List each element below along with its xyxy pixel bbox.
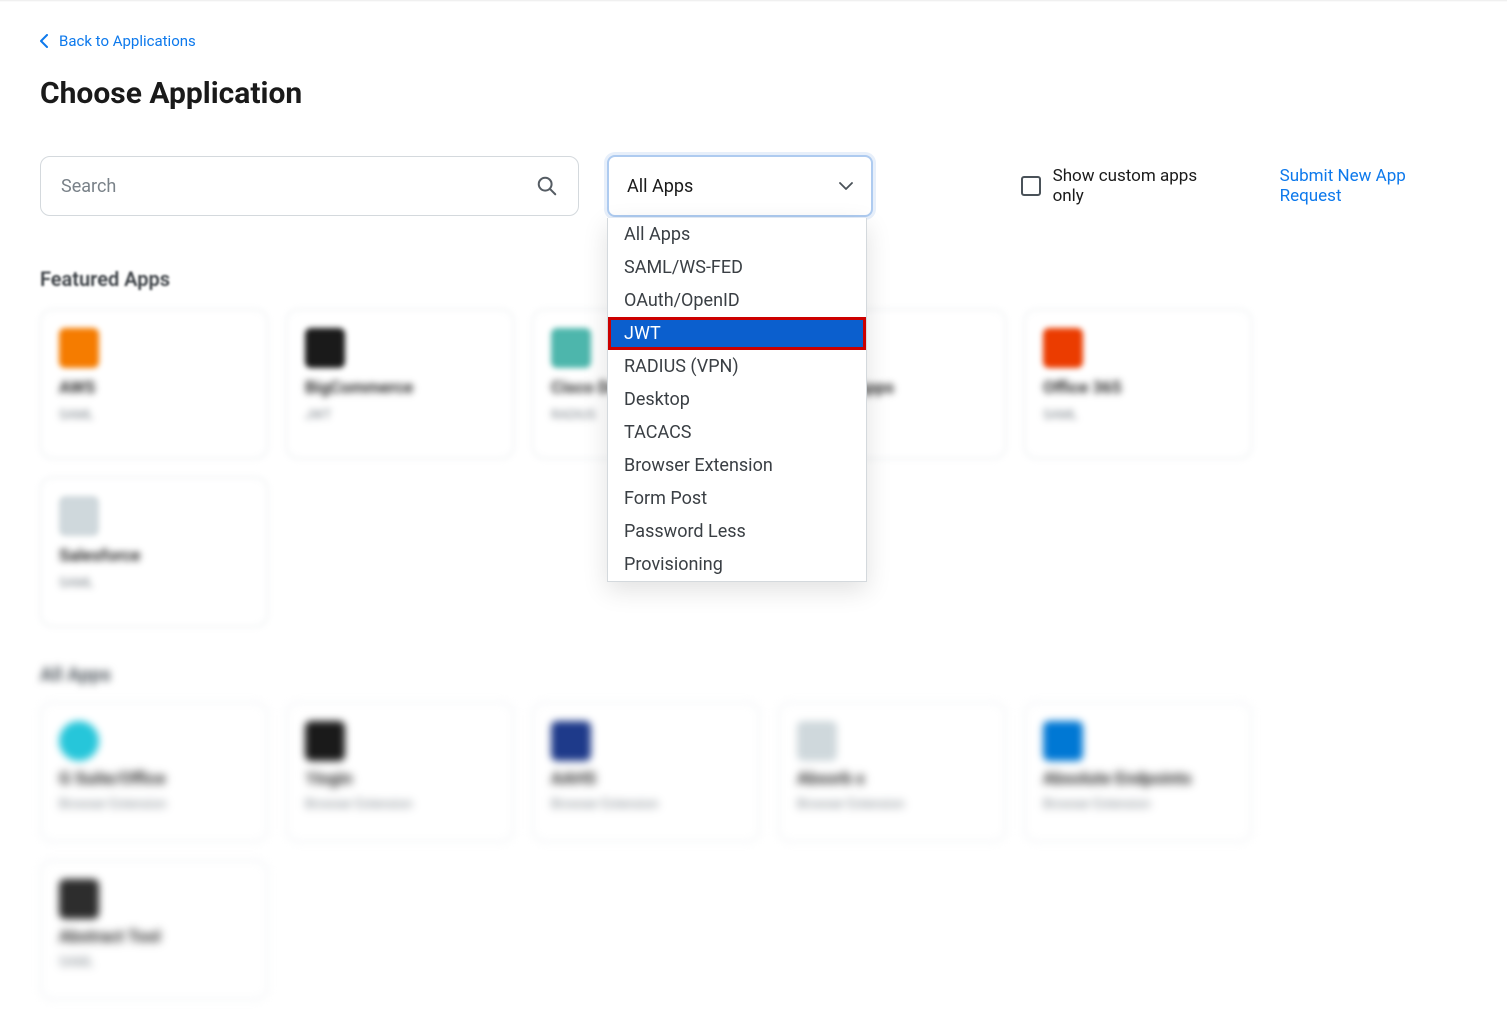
- dropdown-selected-label: All Apps: [627, 176, 693, 197]
- app-name: Absolute Endpoints: [1043, 769, 1233, 789]
- app-name: Office 365: [1043, 378, 1233, 398]
- app-icon: [59, 496, 99, 536]
- app-name: BigCommerce: [305, 378, 495, 398]
- app-card[interactable]: Office 365 SAML: [1024, 309, 1252, 459]
- chevron-left-icon: [40, 34, 49, 48]
- dropdown-item-provisioning[interactable]: Provisioning: [608, 548, 866, 581]
- all-apps-heading: All Apps: [40, 663, 1467, 686]
- dropdown-item-browser-ext[interactable]: Browser Extension: [608, 449, 866, 482]
- back-to-applications-link[interactable]: Back to Applications: [40, 32, 196, 50]
- dropdown-item-password-less[interactable]: Password Less: [608, 515, 866, 548]
- app-type: Browser Extension: [551, 797, 741, 812]
- app-name: 1login: [305, 769, 495, 789]
- app-type: Browser Extension: [59, 797, 249, 812]
- page-title: Choose Application: [40, 76, 1467, 111]
- app-icon: [59, 879, 99, 919]
- app-icon: [551, 328, 591, 368]
- app-card[interactable]: BigCommerce JWT: [286, 309, 514, 459]
- search-icon: [536, 175, 558, 197]
- custom-apps-checkbox-label: Show custom apps only: [1053, 166, 1228, 206]
- app-type: SAML: [1043, 408, 1233, 423]
- app-icon: [1043, 721, 1083, 761]
- app-icon: [797, 721, 837, 761]
- app-icon: [305, 328, 345, 368]
- app-name: AAHS: [551, 769, 741, 789]
- app-icon: [305, 721, 345, 761]
- chevron-down-icon: [839, 182, 853, 190]
- dropdown-item-radius[interactable]: RADIUS (VPN): [608, 350, 866, 383]
- app-card[interactable]: 1login Browser Extension: [286, 702, 514, 842]
- dropdown-item-oauth[interactable]: OAuth/OpenID: [608, 284, 866, 317]
- dropdown-item-jwt[interactable]: JWT: [608, 317, 866, 350]
- app-type: SAML: [59, 955, 249, 970]
- app-icon: [59, 328, 99, 368]
- app-name: Salesforce: [59, 546, 249, 566]
- all-apps-grid: G Suite/Office Browser Extension 1login …: [40, 702, 1467, 1000]
- app-card[interactable]: Salesforce SAML: [40, 477, 268, 627]
- app-name: AWS: [59, 378, 249, 398]
- app-card[interactable]: G Suite/Office Browser Extension: [40, 702, 268, 842]
- app-type-dropdown[interactable]: All Apps: [607, 155, 873, 217]
- app-icon: [59, 721, 99, 761]
- dropdown-item-all-apps[interactable]: All Apps: [608, 218, 866, 251]
- app-card[interactable]: Absorb x Browser Extension: [778, 702, 1006, 842]
- app-type: SAML: [59, 408, 249, 423]
- app-card[interactable]: AWS SAML: [40, 309, 268, 459]
- back-link-label: Back to Applications: [59, 32, 196, 50]
- app-type: JWT: [305, 408, 495, 423]
- dropdown-item-form-post[interactable]: Form Post: [608, 482, 866, 515]
- submit-new-app-link[interactable]: Submit New App Request: [1280, 166, 1467, 206]
- app-type: Browser Extension: [1043, 797, 1233, 812]
- app-type: Browser Extension: [305, 797, 495, 812]
- dropdown-item-tacacs[interactable]: TACACS: [608, 416, 866, 449]
- app-card[interactable]: Absolute Endpoints Browser Extension: [1024, 702, 1252, 842]
- dropdown-item-desktop[interactable]: Desktop: [608, 383, 866, 416]
- app-name: G Suite/Office: [59, 769, 249, 789]
- search-box[interactable]: [40, 156, 579, 216]
- app-icon: [551, 721, 591, 761]
- app-name: Abstract Tool: [59, 927, 249, 947]
- custom-apps-checkbox[interactable]: [1021, 176, 1041, 196]
- dropdown-menu: All Apps SAML/WS-FED OAuth/OpenID JWT RA…: [607, 218, 867, 582]
- app-name: Absorb x: [797, 769, 987, 789]
- dropdown-item-saml[interactable]: SAML/WS-FED: [608, 251, 866, 284]
- app-type: Browser Extension: [797, 797, 987, 812]
- search-input[interactable]: [61, 176, 536, 197]
- app-type: SAML: [59, 576, 249, 591]
- app-card[interactable]: Abstract Tool SAML: [40, 860, 268, 1000]
- app-card[interactable]: AAHS Browser Extension: [532, 702, 760, 842]
- app-icon: [1043, 328, 1083, 368]
